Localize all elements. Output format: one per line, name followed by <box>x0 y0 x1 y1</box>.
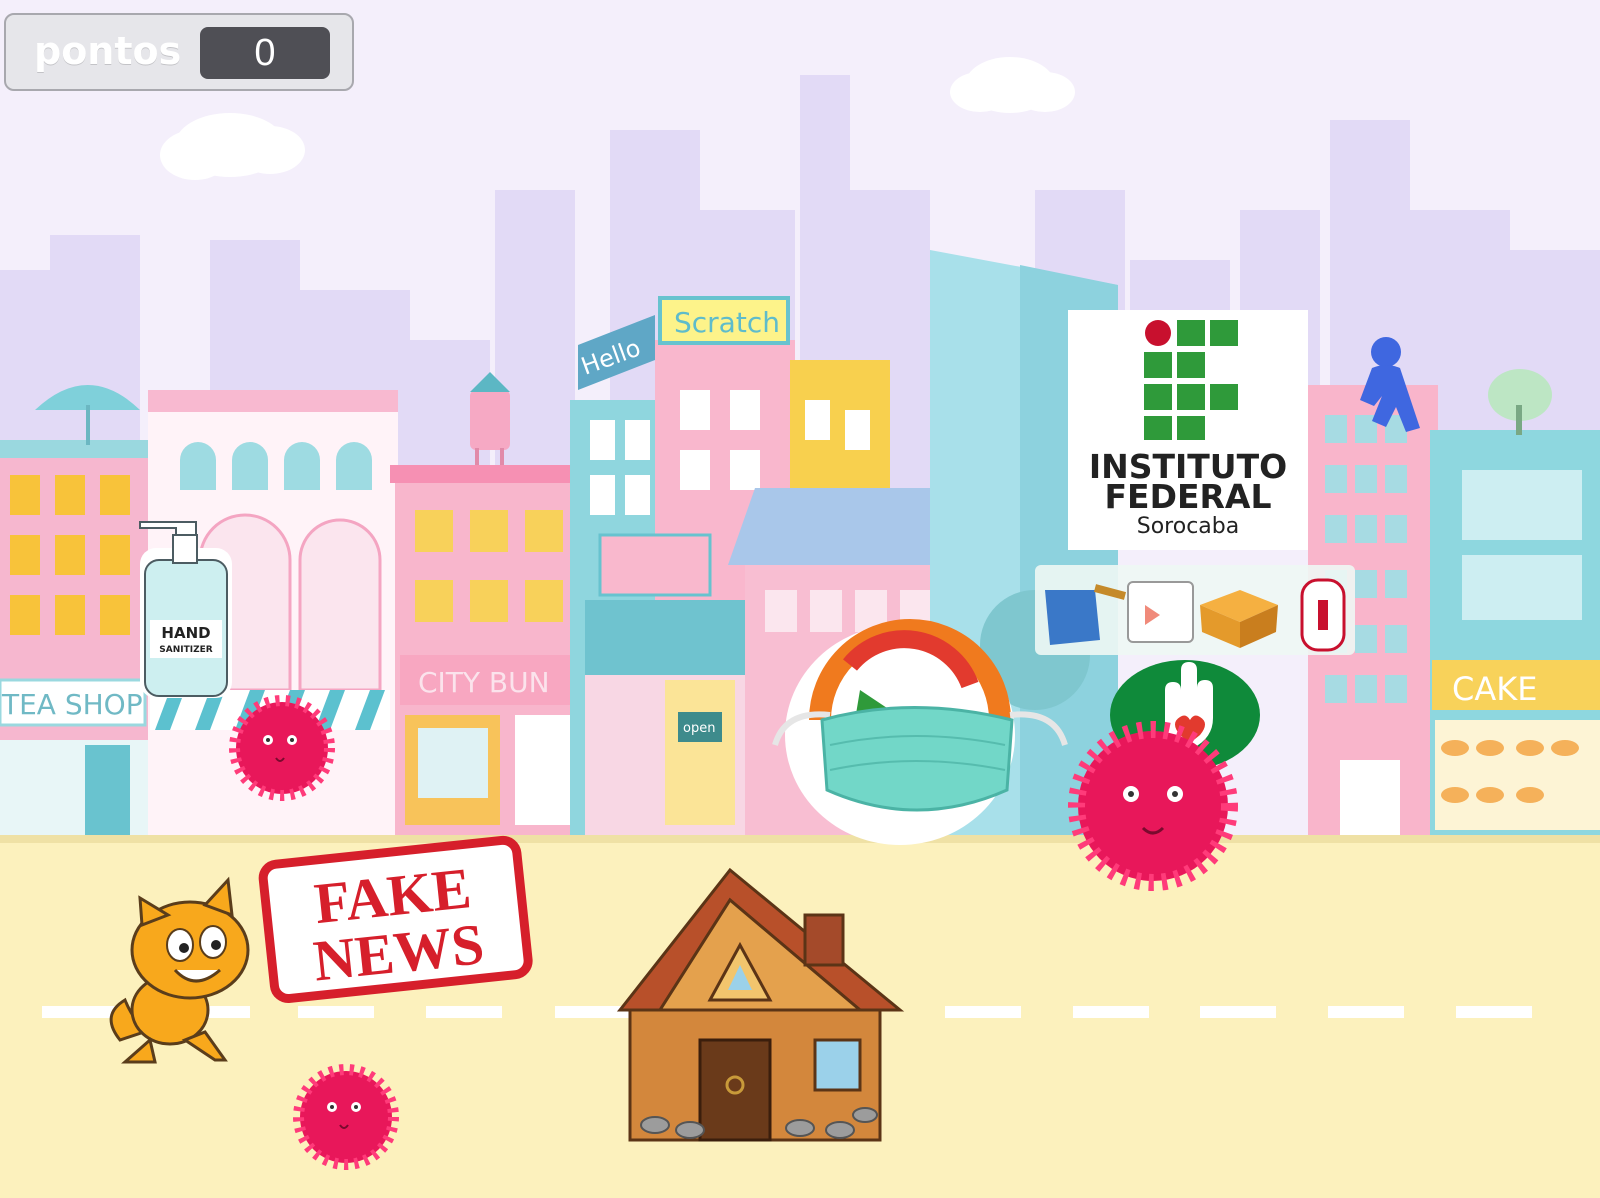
glass-tower <box>930 250 1118 840</box>
scratch-sign: Scratch <box>674 306 780 339</box>
city-bun-sign: CITY BUN <box>418 666 550 699</box>
tea-shop-sign: TEA SHOP <box>1 688 143 721</box>
open-sign: open <box>683 721 715 736</box>
game-stage[interactable]: TEA SHOP CITY BUN Scratch Hello open CAK… <box>0 0 1600 1198</box>
score-value: 0 <box>200 27 330 79</box>
cake-building: CAKE <box>1430 369 1600 840</box>
cake-sign: CAKE <box>1452 670 1537 708</box>
score-label: pontos <box>34 29 182 73</box>
right-pink-building <box>1308 385 1438 840</box>
stage-backdrop: TEA SHOP CITY BUN Scratch Hello open CAK… <box>0 0 1600 1198</box>
score-monitor[interactable]: pontos 0 <box>4 13 354 91</box>
city-bun-building: CITY BUN <box>390 465 595 840</box>
tea-shop-building: TEA SHOP <box>0 385 165 840</box>
